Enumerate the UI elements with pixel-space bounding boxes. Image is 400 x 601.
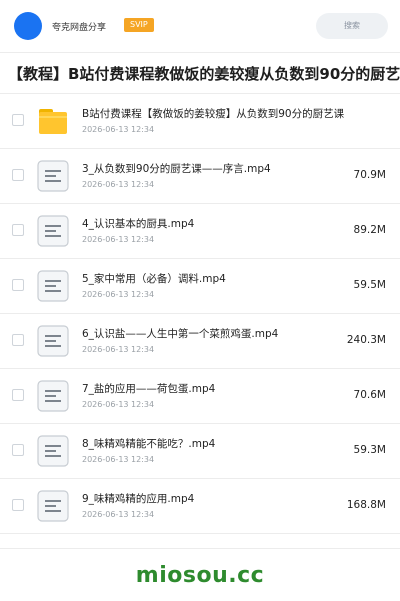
video-file-icon bbox=[37, 435, 69, 467]
file-name: 5_家中常用（必备）调料.mp4 bbox=[82, 273, 226, 285]
list-item[interactable]: 5_家中常用（必备）调料.mp4 2026-06-13 12:34 59.5M bbox=[0, 259, 400, 314]
file-name: 4_认识基本的厨具.mp4 bbox=[82, 218, 195, 230]
file-date: 2026-06-13 12:34 bbox=[82, 455, 155, 464]
video-file-icon bbox=[37, 215, 69, 247]
search-input[interactable]: 搜索 bbox=[316, 13, 388, 39]
item-checkbox[interactable] bbox=[12, 334, 24, 346]
item-checkbox[interactable] bbox=[12, 114, 24, 126]
video-file-icon bbox=[37, 325, 69, 357]
file-date: 2026-06-13 12:34 bbox=[82, 235, 155, 244]
file-name: 6_认识盐——人生中第一个菜煎鸡蛋.mp4 bbox=[82, 328, 279, 340]
item-checkbox[interactable] bbox=[12, 389, 24, 401]
item-checkbox[interactable] bbox=[12, 224, 24, 236]
file-size: 59.5M bbox=[353, 279, 386, 291]
file-size: 240.3M bbox=[346, 334, 386, 346]
list-item[interactable]: 8_味精鸡精能不能吃？.mp4 2026-06-13 12:34 59.3M bbox=[0, 424, 400, 479]
footer-bar: miosou.cc bbox=[0, 548, 400, 601]
file-name: 8_味精鸡精能不能吃？.mp4 bbox=[82, 438, 216, 450]
file-date: 2026-06-13 12:34 bbox=[82, 400, 155, 409]
page-title: 【教程】B站付费课程教做饭的姜较瘦从负数到90分的厨艺课 bbox=[8, 65, 400, 83]
list-item[interactable]: 7_盐的应用——荷包蛋.mp4 2026-06-13 12:34 70.6M bbox=[0, 369, 400, 424]
file-size: 70.6M bbox=[353, 389, 386, 401]
list-item[interactable]: B站付费课程【教做饭的姜较瘦】从负数到90分的厨艺课 2026-06-13 12… bbox=[0, 94, 400, 149]
file-date: 2026-06-13 12:34 bbox=[82, 510, 155, 519]
file-size: 59.3M bbox=[353, 444, 386, 456]
file-date: 2026-06-13 12:34 bbox=[82, 345, 155, 354]
item-checkbox[interactable] bbox=[12, 444, 24, 456]
avatar[interactable] bbox=[14, 12, 42, 40]
file-size: 89.2M bbox=[353, 224, 386, 236]
item-checkbox[interactable] bbox=[12, 499, 24, 511]
top-header: 夸克网盘分享 SVIP 搜索 bbox=[0, 0, 400, 52]
video-file-icon bbox=[37, 490, 69, 522]
svip-badge: SVIP bbox=[124, 18, 154, 32]
file-size: 168.8M bbox=[346, 499, 386, 511]
file-date: 2026-06-13 12:34 bbox=[82, 180, 155, 189]
item-checkbox[interactable] bbox=[12, 169, 24, 181]
file-name: 9_味精鸡精的应用.mp4 bbox=[82, 493, 195, 505]
item-checkbox[interactable] bbox=[12, 279, 24, 291]
share-owner-name: 夸克网盘分享 bbox=[52, 23, 107, 33]
file-name: 3_从负数到90分的厨艺课——序言.mp4 bbox=[82, 163, 271, 175]
folder-icon bbox=[39, 109, 67, 134]
file-name: B站付费课程【教做饭的姜较瘦】从负数到90分的厨艺课 bbox=[82, 108, 345, 120]
file-name: 7_盐的应用——荷包蛋.mp4 bbox=[82, 383, 216, 395]
list-item[interactable]: 9_味精鸡精的应用.mp4 2026-06-13 12:34 168.8M bbox=[0, 479, 400, 534]
file-date: 2026-06-13 12:34 bbox=[82, 290, 155, 299]
list-item[interactable]: 6_认识盐——人生中第一个菜煎鸡蛋.mp4 2026-06-13 12:34 2… bbox=[0, 314, 400, 369]
file-list: B站付费课程【教做饭的姜较瘦】从负数到90分的厨艺课 2026-06-13 12… bbox=[0, 94, 400, 534]
video-file-icon bbox=[37, 160, 69, 192]
list-item[interactable]: 4_认识基本的厨具.mp4 2026-06-13 12:34 89.2M bbox=[0, 204, 400, 259]
share-title-bar: 【教程】B站付费课程教做饭的姜较瘦从负数到90分的厨艺课 bbox=[0, 52, 400, 94]
list-item[interactable]: 3_从负数到90分的厨艺课——序言.mp4 2026-06-13 12:34 7… bbox=[0, 149, 400, 204]
file-size: 70.9M bbox=[353, 169, 386, 181]
video-file-icon bbox=[37, 270, 69, 302]
file-date: 2026-06-13 12:34 bbox=[82, 125, 155, 134]
watermark-text: miosou.cc bbox=[135, 563, 265, 588]
video-file-icon bbox=[37, 380, 69, 412]
